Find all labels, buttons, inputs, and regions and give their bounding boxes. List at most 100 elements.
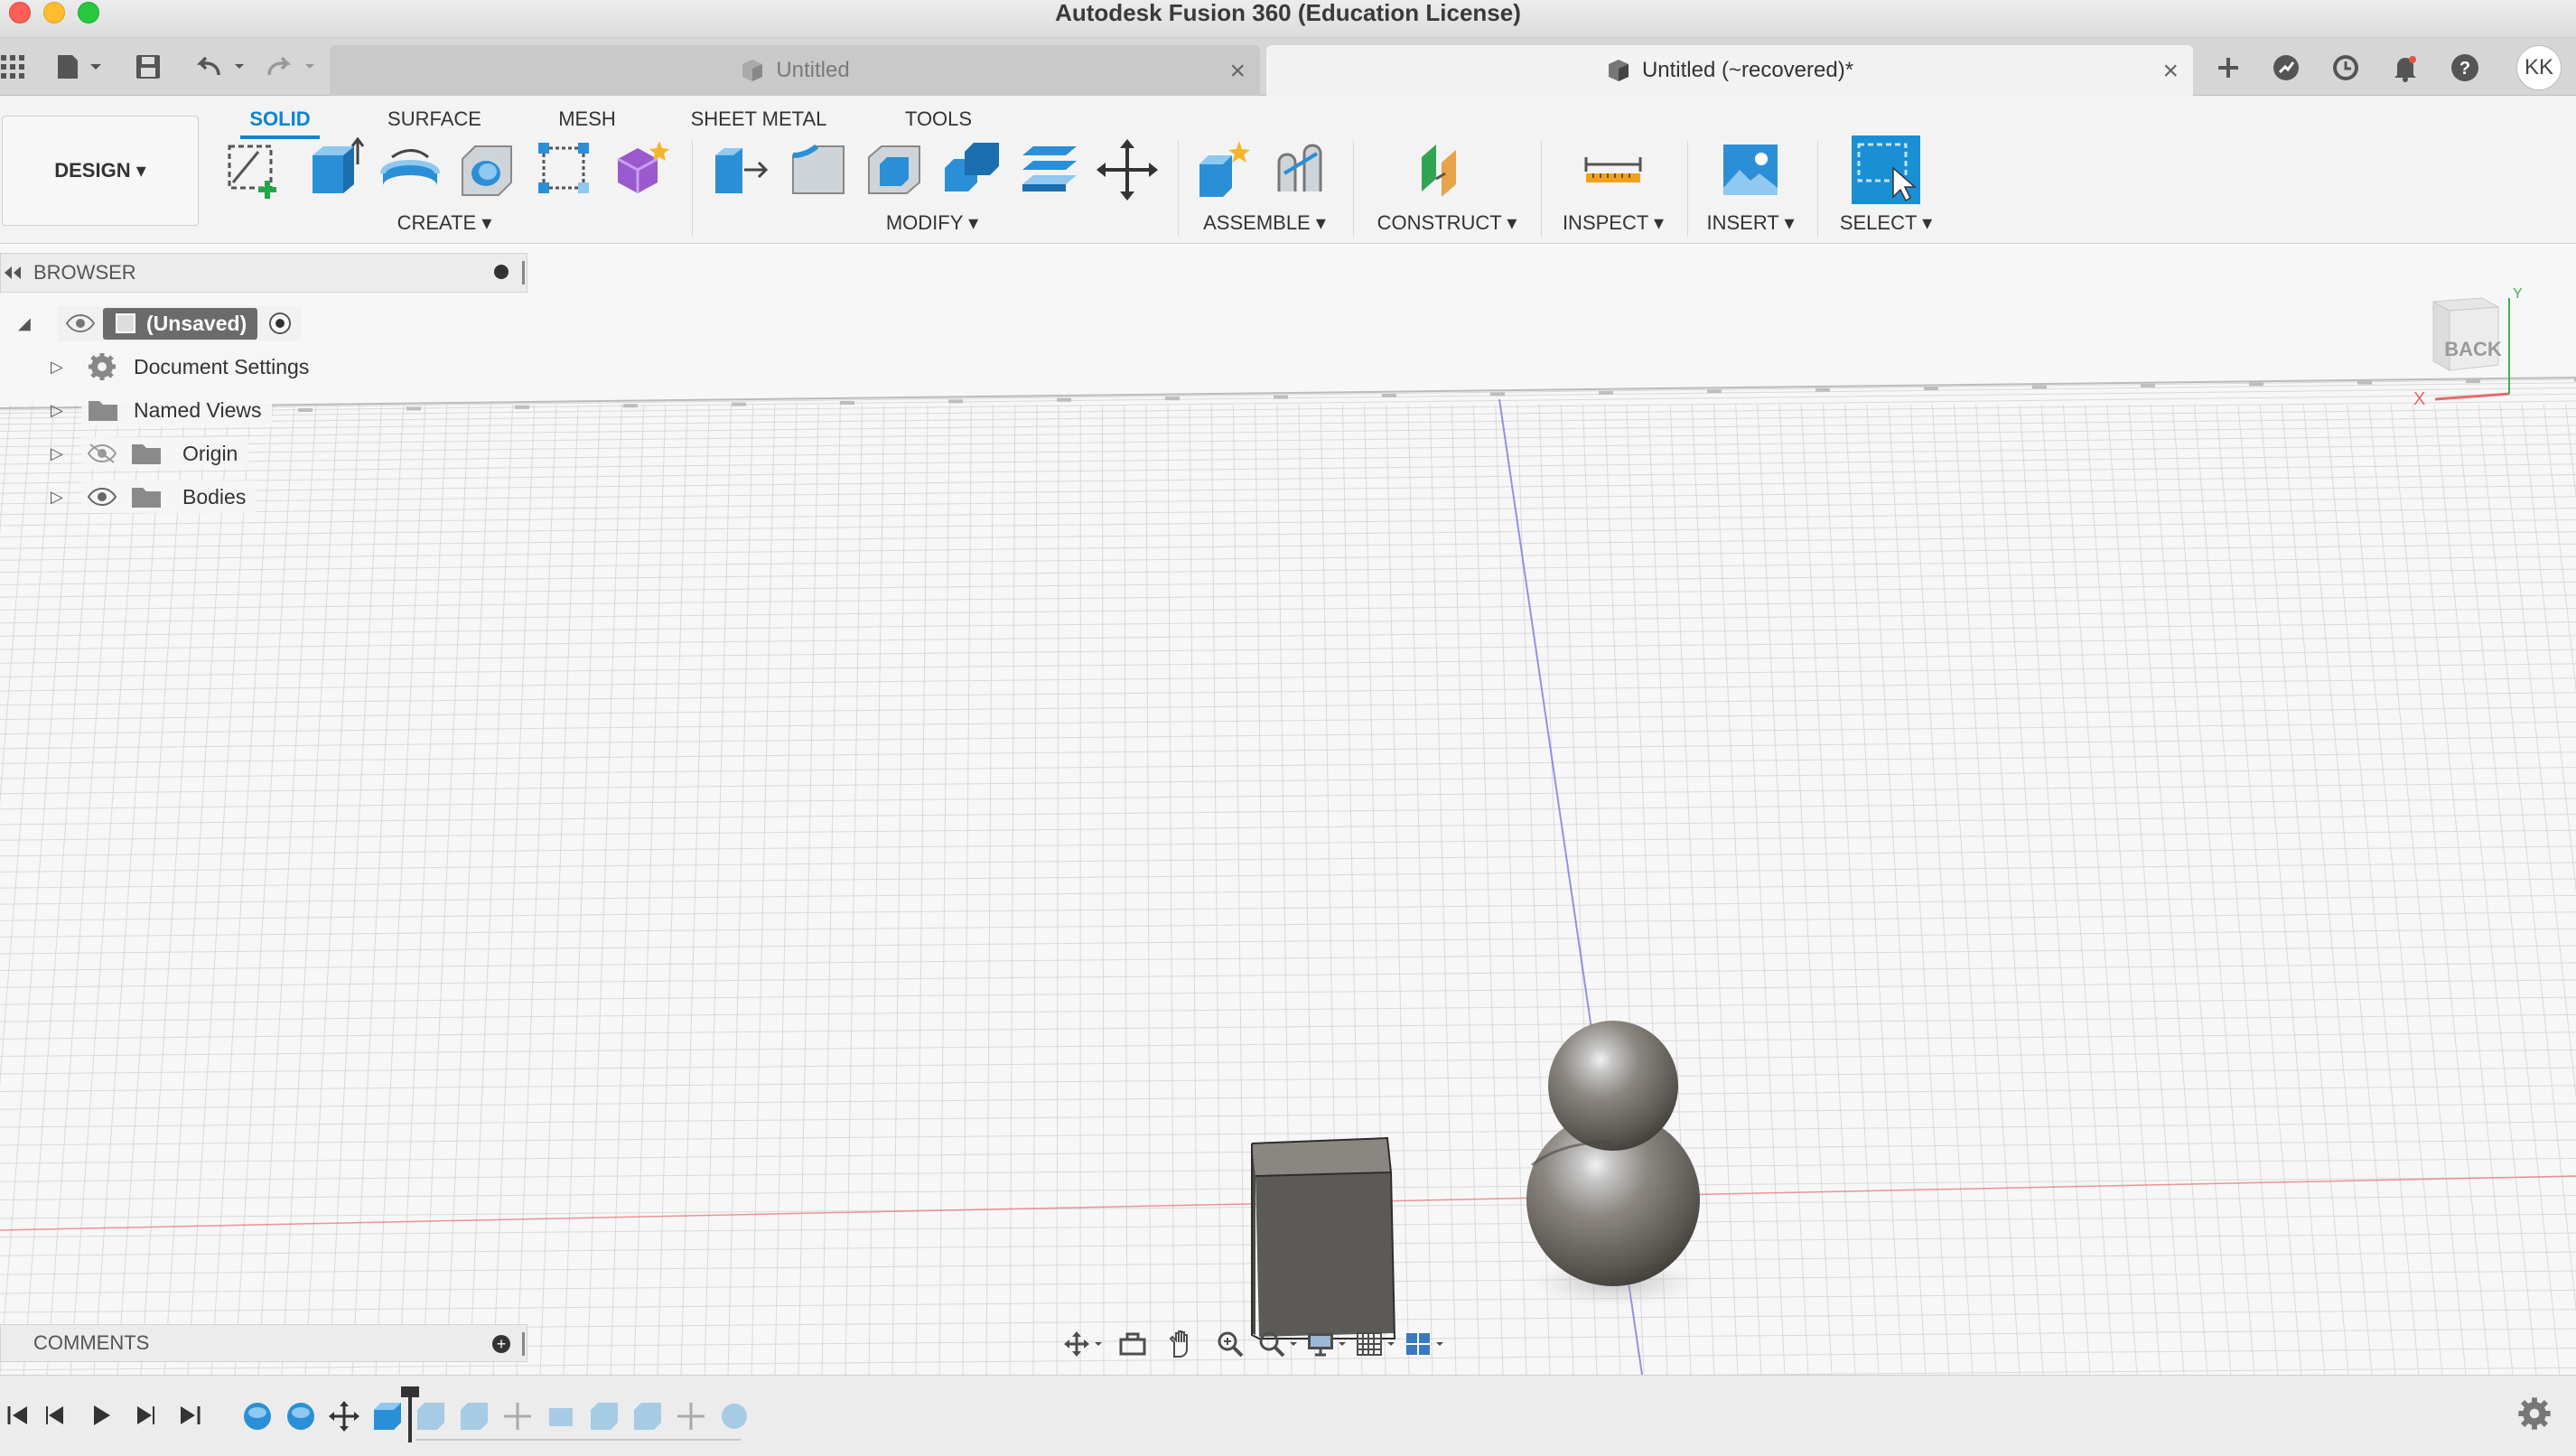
- timeline-play-icon[interactable]: [83, 1397, 119, 1433]
- expand-caret-icon[interactable]: ▷: [51, 488, 69, 506]
- comments-panel-header[interactable]: COMMENTS +: [0, 1324, 527, 1362]
- expand-caret-icon[interactable]: ▷: [51, 358, 69, 376]
- file-menu-icon[interactable]: [52, 51, 107, 83]
- timeline-suppressed-feature-icon[interactable]: [719, 1401, 750, 1432]
- job-status-clock-icon[interactable]: [2325, 47, 2366, 89]
- timeline-suppressed-feature-icon[interactable]: [546, 1401, 576, 1432]
- help-icon[interactable]: ?: [2444, 47, 2486, 89]
- save-icon[interactable]: [132, 51, 164, 83]
- rectangular-pattern-icon[interactable]: [533, 137, 598, 202]
- create-group-label[interactable]: CREATE ▾: [388, 210, 500, 237]
- new-tab-plus-icon[interactable]: [2207, 47, 2249, 89]
- orbit-icon[interactable]: [1062, 1326, 1106, 1362]
- collapse-panel-icon[interactable]: [1, 264, 24, 282]
- timeline-step-back-icon[interactable]: [38, 1397, 74, 1433]
- eye-icon[interactable]: [65, 313, 96, 333]
- zoom-icon[interactable]: [1209, 1326, 1252, 1362]
- look-at-icon[interactable]: [1111, 1326, 1154, 1362]
- tab-tools[interactable]: TOOLS: [898, 101, 979, 137]
- workspace-switcher-button[interactable]: DESIGN ▾: [2, 116, 199, 226]
- modify-group-label[interactable]: MODIFY ▾: [876, 210, 988, 237]
- joint-icon[interactable]: [1270, 137, 1335, 202]
- timeline-sphere-feature-icon[interactable]: [285, 1401, 316, 1432]
- timeline-box-feature-icon[interactable]: [372, 1401, 403, 1432]
- tab-untitled-recovered[interactable]: Untitled (~recovered)* ×: [1266, 45, 2193, 96]
- activate-component-radio-icon[interactable]: [266, 310, 294, 337]
- timeline-suppressed-feature-icon[interactable]: [632, 1401, 663, 1432]
- app-grid-icon[interactable]: [0, 51, 25, 83]
- fillet-icon[interactable]: [786, 137, 851, 202]
- user-avatar[interactable]: KK: [2516, 45, 2562, 90]
- viewports-icon[interactable]: [1404, 1326, 1447, 1362]
- timeline-suppressed-feature-icon[interactable]: [589, 1401, 620, 1432]
- tab-sheet-metal[interactable]: SHEET METAL: [686, 101, 831, 137]
- timeline-settings-gear-icon[interactable]: [2516, 1395, 2553, 1441]
- collapse-caret-icon[interactable]: ◢: [18, 314, 36, 332]
- insert-group-label[interactable]: INSERT ▾: [1702, 210, 1799, 237]
- browser-root-node[interactable]: ◢ (Unsaved): [18, 305, 302, 341]
- inspect-group-label[interactable]: INSPECT ▾: [1559, 210, 1667, 237]
- move-copy-icon[interactable]: [1095, 137, 1160, 202]
- timeline-go-to-end-icon[interactable]: [172, 1397, 208, 1433]
- insert-image-icon[interactable]: [1718, 137, 1783, 202]
- fit-zoom-icon[interactable]: [1257, 1326, 1301, 1362]
- construct-group-label[interactable]: CONSTRUCT ▾: [1377, 210, 1517, 237]
- tree-item-label: Named Views: [134, 397, 262, 422]
- browser-item-bodies[interactable]: ▷ Bodies: [51, 479, 257, 515]
- tab-mesh[interactable]: MESH: [553, 101, 621, 137]
- close-tab-icon[interactable]: ×: [1229, 56, 1246, 87]
- revolve-icon[interactable]: [378, 137, 443, 202]
- eye-icon[interactable]: [87, 486, 117, 508]
- eye-hidden-icon[interactable]: [87, 443, 117, 464]
- timeline-step-forward-icon[interactable]: [126, 1397, 163, 1433]
- shell-icon[interactable]: [862, 137, 927, 202]
- timeline-go-to-start-icon[interactable]: [0, 1397, 36, 1433]
- timeline-suppressed-move-icon[interactable]: [676, 1401, 706, 1432]
- tab-untitled[interactable]: Untitled ×: [330, 45, 1260, 96]
- create-sketch-icon[interactable]: [222, 137, 287, 202]
- viewcube-x-axis-label: X: [2413, 389, 2425, 409]
- hole-icon[interactable]: [455, 137, 520, 202]
- browser-panel-header[interactable]: BROWSER: [0, 253, 527, 293]
- timeline-marker[interactable]: [408, 1390, 412, 1442]
- extrude-icon[interactable]: [302, 137, 367, 202]
- box-body[interactable]: [1251, 1136, 1396, 1339]
- extensions-icon[interactable]: [2265, 47, 2307, 89]
- panel-resize-handle[interactable]: [522, 261, 525, 285]
- browser-item-origin[interactable]: ▷ Origin: [51, 435, 249, 471]
- create-form-icon[interactable]: [609, 137, 674, 202]
- tab-surface[interactable]: SURFACE: [385, 101, 484, 137]
- timeline-sphere-feature-icon[interactable]: [242, 1401, 273, 1432]
- browser-item-document-settings[interactable]: ▷ Document Settings: [51, 348, 321, 386]
- offset-face-icon[interactable]: [1017, 137, 1082, 202]
- browser-item-named-views[interactable]: ▷ Named Views: [51, 392, 273, 428]
- timeline-suppressed-feature-icon[interactable]: [415, 1401, 446, 1432]
- grid-settings-icon[interactable]: [1355, 1326, 1398, 1362]
- undo-icon[interactable]: [193, 51, 251, 83]
- timeline-suppressed-move-icon[interactable]: [502, 1401, 533, 1432]
- notifications-bell-icon[interactable]: [2385, 47, 2426, 89]
- timeline-suppressed-feature-icon[interactable]: [459, 1401, 490, 1432]
- viewcube[interactable]: BACK X Y: [2394, 285, 2529, 412]
- add-comment-icon[interactable]: +: [492, 1335, 510, 1353]
- assemble-group-label[interactable]: ASSEMBLE ▾: [1203, 210, 1326, 237]
- timeline-move-feature-icon[interactable]: [329, 1401, 359, 1432]
- redo-icon[interactable]: [264, 51, 322, 83]
- select-group-label[interactable]: SELECT ▾: [1835, 210, 1937, 237]
- expand-caret-icon[interactable]: ▷: [51, 444, 69, 462]
- offset-plane-icon[interactable]: [1414, 137, 1479, 202]
- select-tool-icon[interactable]: [1852, 135, 1920, 204]
- expand-caret-icon[interactable]: ▷: [51, 401, 69, 419]
- browser-pin-icon[interactable]: [494, 265, 509, 279]
- tab-solid[interactable]: SOLID: [240, 101, 320, 139]
- display-settings-icon[interactable]: [1306, 1326, 1349, 1362]
- panel-resize-handle[interactable]: [522, 1332, 525, 1356]
- combine-icon[interactable]: [939, 137, 1004, 202]
- pan-hand-icon[interactable]: [1160, 1326, 1203, 1362]
- close-tab-icon[interactable]: ×: [2162, 56, 2179, 87]
- viewcube-face-label[interactable]: BACK: [2444, 338, 2502, 360]
- new-component-icon[interactable]: [1194, 137, 1259, 202]
- press-pull-icon[interactable]: [708, 137, 773, 202]
- measure-icon[interactable]: [1581, 137, 1646, 202]
- timeline-marker-handle[interactable]: [401, 1386, 419, 1397]
